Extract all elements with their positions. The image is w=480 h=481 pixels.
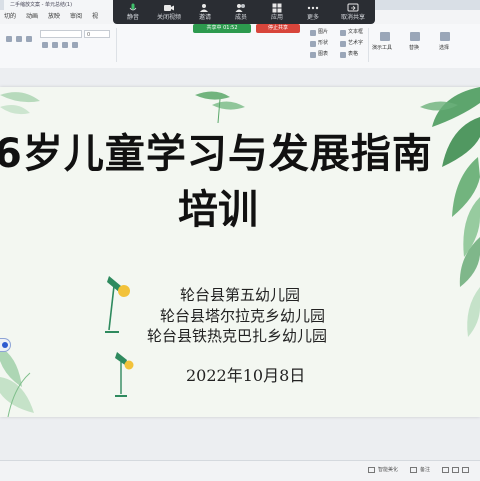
menu-item-1[interactable]: 切的 [4, 12, 16, 22]
presentation-tools-icon[interactable] [380, 32, 390, 41]
slide-date: 2022年10月8日 [186, 366, 306, 385]
smart-beautify-label[interactable]: 智能美化 [378, 466, 398, 474]
reading-view-icon[interactable] [462, 467, 469, 473]
ribbon-separator [368, 28, 369, 62]
mute-button[interactable]: 静音 [113, 1, 153, 23]
members-button[interactable]: 成员 [221, 1, 261, 23]
assistant-icon [2, 342, 8, 348]
bold-icon[interactable] [42, 42, 48, 48]
organizer-line-1: 轮台县第五幼儿园 [180, 286, 301, 304]
menu-item-3[interactable]: 放映 [48, 12, 60, 22]
stop-share-button[interactable]: 停止共享 [256, 24, 300, 33]
normal-view-icon[interactable] [442, 467, 449, 473]
stop-video-button[interactable]: 关闭视频 [149, 1, 189, 23]
notes-label[interactable]: 备注 [420, 466, 430, 474]
document-tab[interactable]: 二手缩放文案 - 单元总结(1) [4, 0, 114, 10]
presentation-tools-label[interactable]: 演示工具 [372, 45, 392, 52]
members-icon [235, 3, 247, 13]
share-icon [347, 3, 359, 13]
sharing-status-badge: 共享中 01:52 [193, 24, 251, 33]
menu-item-4[interactable]: 审阅 [70, 12, 82, 22]
font-name-select[interactable] [40, 30, 82, 38]
invite-icon [199, 3, 211, 13]
desk-lamp-icon [105, 276, 130, 333]
select-icon[interactable] [440, 32, 450, 41]
table-icon[interactable] [340, 52, 346, 58]
replace-icon[interactable] [410, 32, 420, 41]
status-bar: 智能美化 备注 [0, 460, 480, 481]
cut-icon[interactable] [6, 36, 12, 42]
slide-sorter-icon[interactable] [452, 467, 459, 473]
table-label[interactable]: 表格 [348, 51, 358, 58]
chart-label[interactable]: 图表 [318, 51, 328, 58]
notes-icon[interactable] [410, 467, 417, 473]
slide-title-line-2: 培训 [178, 187, 258, 233]
menu-item-2[interactable]: 动画 [26, 12, 38, 22]
textbox-icon[interactable] [340, 30, 346, 36]
format-painter-icon[interactable] [26, 36, 32, 42]
invite-button[interactable]: 邀请 [185, 1, 225, 23]
apps-icon [271, 3, 283, 13]
desk-lamp-small-icon [115, 352, 134, 397]
more-button[interactable]: 更多 [293, 1, 333, 23]
microphone-icon [127, 3, 139, 13]
font-color-icon[interactable] [72, 42, 78, 48]
ribbon-separator [116, 28, 117, 62]
organizer-line-2: 轮台县塔尔拉克乡幼儿园 [160, 307, 326, 325]
apps-button[interactable]: 应用 [257, 1, 297, 23]
art-text-icon[interactable] [340, 41, 346, 47]
leaf-decoration-bottom-left [0, 347, 34, 417]
smart-beautify-icon[interactable] [368, 467, 375, 473]
textbox-label[interactable]: 文本框 [348, 29, 363, 36]
picture-label[interactable]: 图片 [318, 29, 328, 36]
slide[interactable]: 6岁儿童学习与发展指南 培训 轮台县第五幼儿园 轮台县塔尔拉克乡幼儿园 轮台县铁… [0, 87, 480, 417]
shape-label[interactable]: 形状 [318, 40, 328, 47]
camera-icon [163, 3, 175, 13]
cancel-share-button[interactable]: 取消共享 [331, 1, 375, 23]
font-size-select[interactable]: 0 [84, 30, 110, 38]
meeting-control-bar: 静音 关闭视频 邀请 成员 应用 更多 取消共享 [113, 0, 375, 24]
underline-icon[interactable] [62, 42, 68, 48]
replace-label[interactable]: 替换 [409, 45, 419, 52]
shape-icon[interactable] [310, 41, 316, 47]
italic-icon[interactable] [52, 42, 58, 48]
menu-item-5[interactable]: 视 [92, 12, 98, 22]
slide-title-line-1: 6岁儿童学习与发展指南 [0, 131, 433, 177]
select-label[interactable]: 选择 [439, 45, 449, 52]
chart-icon[interactable] [310, 52, 316, 58]
leaf-decoration-top-center [195, 91, 245, 124]
copy-icon[interactable] [16, 36, 22, 42]
art-text-label[interactable]: 艺术字 [348, 40, 363, 47]
picture-icon[interactable] [310, 30, 316, 36]
more-icon [307, 3, 319, 13]
organizer-line-3: 轮台县铁热克巴扎乡幼儿园 [147, 327, 328, 345]
